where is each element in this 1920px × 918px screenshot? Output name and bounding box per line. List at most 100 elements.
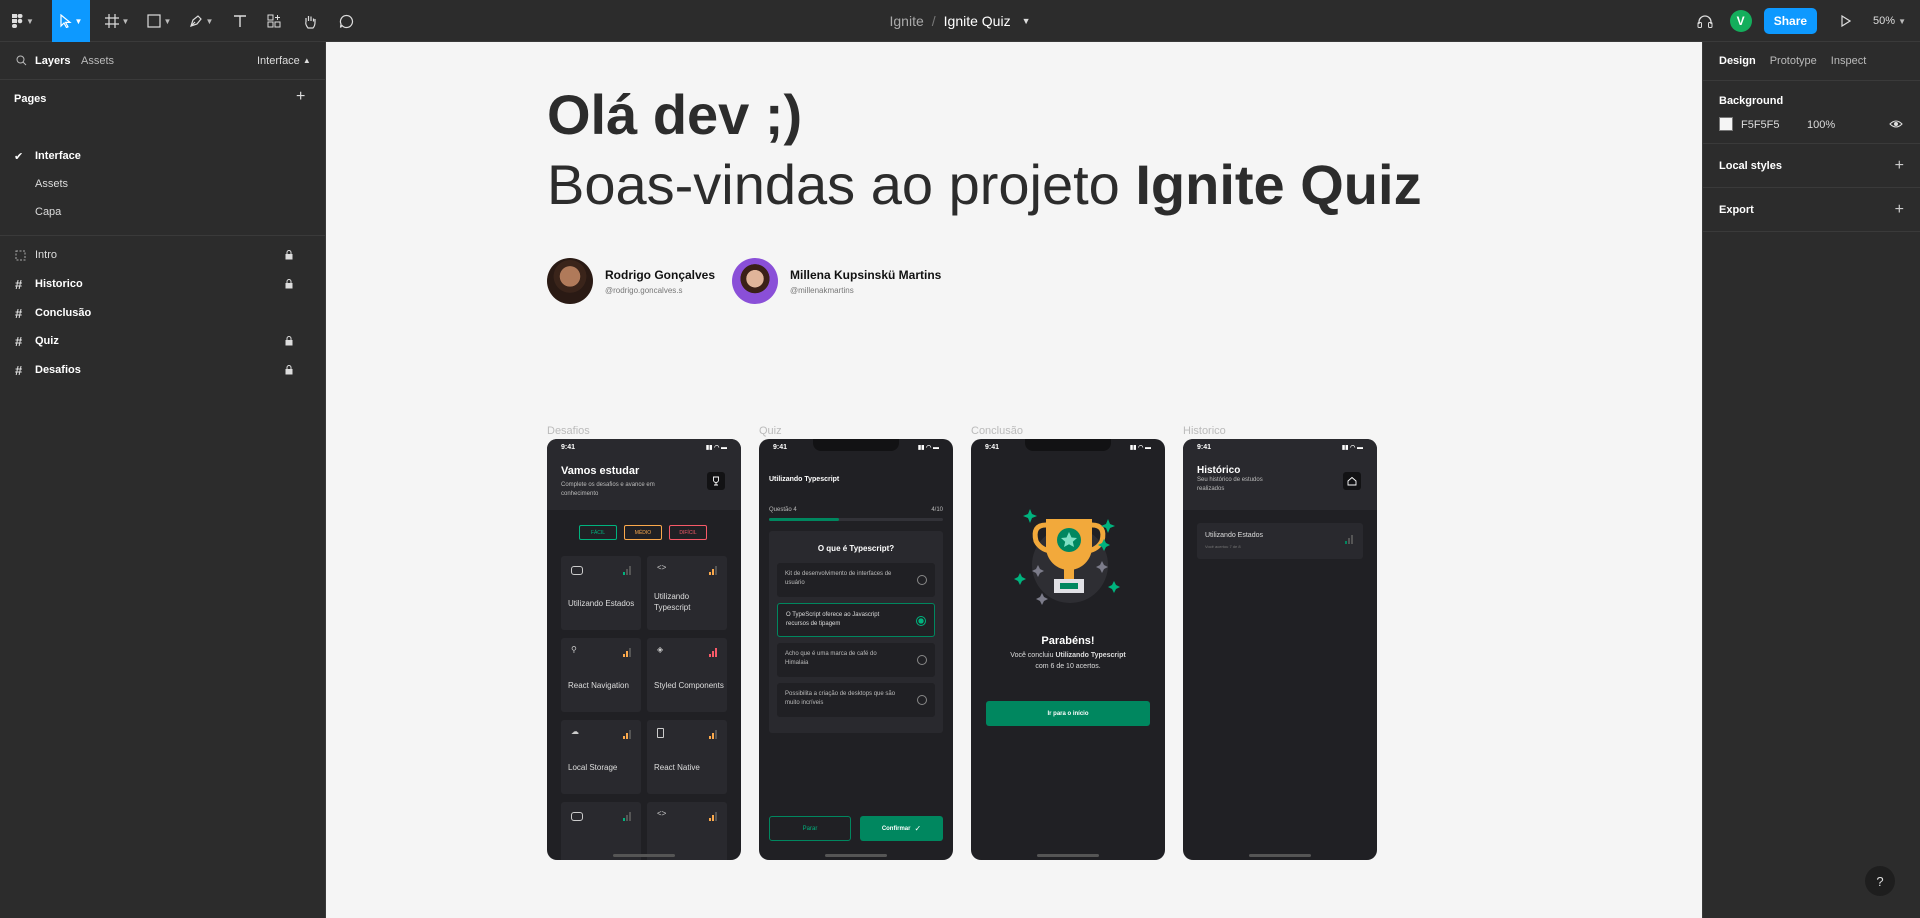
- page-item-interface[interactable]: ✔ Interface: [0, 142, 326, 170]
- welcome-heading[interactable]: Boas-vindas ao projeto Ignite Quiz: [547, 152, 1422, 217]
- layer-item-quiz[interactable]: # Quiz: [0, 327, 326, 355]
- frame-label-conclusao[interactable]: Conclusão: [971, 425, 1023, 437]
- audio-button[interactable]: [1690, 14, 1720, 28]
- lock-icon[interactable]: [285, 365, 293, 375]
- lock-icon[interactable]: [285, 336, 293, 346]
- toggle-icon: [571, 566, 583, 575]
- screen-title: Histórico: [1197, 465, 1241, 476]
- background-swatch[interactable]: [1719, 117, 1733, 131]
- shape-tool-button[interactable]: ▼: [142, 0, 176, 42]
- quiz-card[interactable]: React Native: [647, 720, 727, 794]
- lock-icon[interactable]: [285, 279, 293, 289]
- go-home-button[interactable]: Ir para o início: [986, 701, 1150, 726]
- frame-label-desafios[interactable]: Desafios: [547, 425, 590, 437]
- page-item-assets[interactable]: Assets: [0, 170, 326, 198]
- option-text: Acho que é uma marca de café do Himalaia: [785, 651, 877, 666]
- quiz-card[interactable]: <> Utilizando Typescript: [647, 556, 727, 630]
- radio-button-selected[interactable]: [916, 616, 926, 626]
- author-card[interactable]: Rodrigo Gonçalves @rodrigo.goncalves.s: [547, 258, 715, 304]
- background-opacity[interactable]: 100%: [1807, 119, 1835, 131]
- quiz-card[interactable]: Utilizando Estados: [561, 556, 641, 630]
- layer-label: Quiz: [35, 335, 59, 347]
- radio-button[interactable]: [917, 655, 927, 665]
- level-bars-icon: [709, 812, 717, 821]
- chevron-down-icon[interactable]: ▼: [1022, 16, 1031, 26]
- background-hex[interactable]: F5F5F5: [1741, 119, 1780, 131]
- filter-easy[interactable]: FÁCIL: [579, 525, 617, 540]
- tab-layers[interactable]: Layers: [35, 55, 70, 67]
- layer-item-intro[interactable]: Intro: [0, 241, 326, 269]
- frame-desafios[interactable]: 9:41 ▮▮ ◠ ▬ Vamos estudar Complete os de…: [547, 439, 741, 860]
- page-selector[interactable]: Interface ▲: [257, 55, 311, 67]
- check-icon: ✓: [914, 824, 922, 833]
- tab-design[interactable]: Design: [1719, 55, 1756, 67]
- trophy-button[interactable]: [707, 472, 725, 490]
- export-section[interactable]: Export +: [1703, 188, 1920, 232]
- layer-item-conclusao[interactable]: # Conclusão: [0, 299, 326, 327]
- home-button[interactable]: [1343, 472, 1361, 490]
- level-bars-icon: [1345, 535, 1353, 544]
- author-name: Rodrigo Gonçalves: [605, 267, 716, 282]
- zoom-dropdown[interactable]: 50% ▼: [1873, 15, 1920, 27]
- eye-icon[interactable]: [1889, 119, 1903, 129]
- user-avatar[interactable]: V: [1729, 10, 1752, 32]
- answer-option[interactable]: Acho que é uma marca de café do Himalaia: [777, 643, 935, 677]
- filter-hard[interactable]: DIFÍCIL: [669, 525, 707, 540]
- pen-icon: [189, 15, 202, 27]
- confirm-button[interactable]: Confirmar ✓: [860, 816, 943, 841]
- radio-button[interactable]: [917, 575, 927, 585]
- quiz-card[interactable]: [561, 802, 641, 860]
- frame-label-historico[interactable]: Historico: [1183, 425, 1226, 437]
- stop-button[interactable]: Parar: [769, 816, 851, 841]
- resources-button[interactable]: [260, 0, 288, 42]
- congrats-line1: Você concluiu Utilizando Typescript: [971, 652, 1165, 659]
- card-label: Utilizando Estados: [568, 599, 635, 608]
- answer-option[interactable]: Possibilita a criação de desktops que sã…: [777, 683, 935, 717]
- frame-label-quiz[interactable]: Quiz: [759, 425, 782, 437]
- radio-button[interactable]: [917, 695, 927, 705]
- file-name[interactable]: Ignite Quiz: [944, 13, 1011, 29]
- answer-option-selected[interactable]: O TypeScript oferece ao Javascript recur…: [777, 603, 935, 637]
- frame-historico[interactable]: 9:41 ▮▮ ◠ ▬ Histórico Seu histórico de e…: [1183, 439, 1377, 860]
- text-tool-button[interactable]: [226, 0, 254, 42]
- present-button[interactable]: [1833, 15, 1859, 27]
- tab-inspect[interactable]: Inspect: [1831, 55, 1866, 67]
- pen-tool-button[interactable]: ▼: [184, 0, 218, 42]
- tab-prototype[interactable]: Prototype: [1770, 55, 1817, 67]
- author-card[interactable]: Millena Kupsinskü Martins @millenakmarti…: [732, 258, 941, 304]
- share-button[interactable]: Share: [1763, 8, 1818, 34]
- project-name[interactable]: Ignite: [890, 13, 924, 29]
- frame-tool-button[interactable]: ▼: [100, 0, 134, 42]
- code-icon: <>: [657, 809, 667, 818]
- layer-item-historico[interactable]: # Historico: [0, 270, 326, 298]
- page-item-capa[interactable]: Capa: [0, 198, 326, 226]
- move-tool-button[interactable]: ▼: [52, 0, 90, 42]
- lock-icon[interactable]: [285, 250, 293, 260]
- home-indicator: [613, 854, 675, 857]
- design-canvas[interactable]: Olá dev ;) Boas-vindas ao projeto Ignite…: [326, 42, 1702, 918]
- add-page-button[interactable]: +: [296, 88, 305, 106]
- hand-tool-button[interactable]: [296, 0, 324, 42]
- local-styles-section[interactable]: Local styles +: [1703, 144, 1920, 188]
- filter-medium[interactable]: MÉDIO: [624, 525, 662, 540]
- author-name: Millena Kupsinskü Martins: [790, 267, 942, 282]
- export-title: Export: [1719, 203, 1754, 216]
- greeting-heading[interactable]: Olá dev ;): [547, 82, 802, 147]
- tab-assets[interactable]: Assets: [81, 55, 114, 67]
- quiz-card[interactable]: ⚲ React Navigation: [561, 638, 641, 712]
- quiz-card[interactable]: ◈ Styled Components: [647, 638, 727, 712]
- layer-item-desafios[interactable]: # Desafios: [0, 356, 326, 384]
- add-style-icon[interactable]: +: [1895, 157, 1904, 175]
- frame-quiz[interactable]: 9:41 ▮▮ ◠ ▬ Utilizando Typescript Questã…: [759, 439, 953, 860]
- main-menu-button[interactable]: ▼: [6, 0, 40, 42]
- quiz-card[interactable]: <>: [647, 802, 727, 860]
- add-export-icon[interactable]: +: [1895, 201, 1904, 219]
- history-item[interactable]: Utilizando Estados Você acertou 7 de 8: [1197, 523, 1363, 559]
- frame-conclusao[interactable]: 9:41 ▮▮ ◠ ▬ Parabéns! Você concluiu Util…: [971, 439, 1165, 860]
- help-button[interactable]: ?: [1865, 866, 1895, 896]
- answer-option[interactable]: Kit de desenvolvimento de interfaces de …: [777, 563, 935, 597]
- quiz-card[interactable]: ☁ Local Storage: [561, 720, 641, 794]
- search-icon[interactable]: [16, 55, 27, 66]
- comment-tool-button[interactable]: [332, 0, 360, 42]
- status-icons: ▮▮ ◠ ▬: [705, 444, 727, 451]
